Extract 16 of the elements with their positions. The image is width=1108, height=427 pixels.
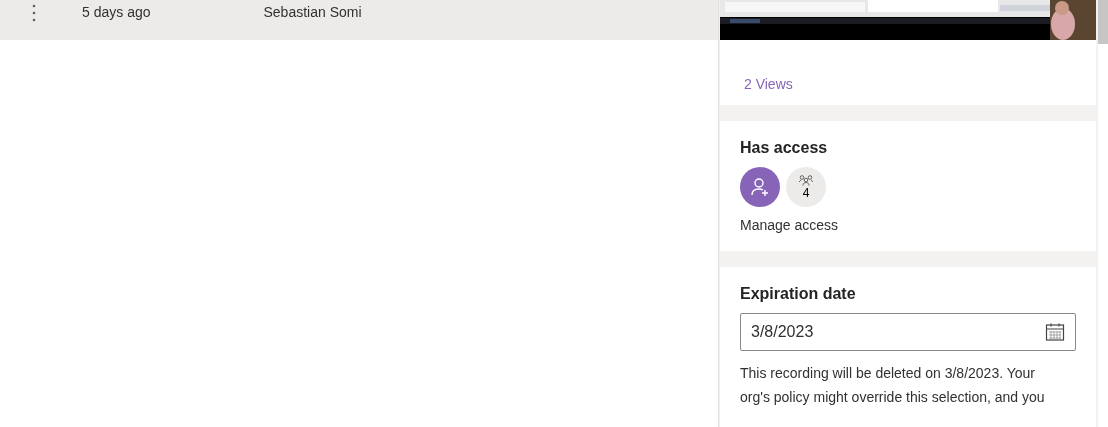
add-person-button[interactable] — [740, 167, 780, 207]
file-row[interactable]: 5 days ago Sebastian Somi — [0, 0, 718, 40]
manage-access-link[interactable]: Manage access — [740, 217, 1076, 233]
scrollbar[interactable] — [1098, 0, 1108, 44]
members-button[interactable]: 4 — [786, 167, 826, 207]
modified-date: 5 days ago — [82, 4, 151, 20]
section-title: Has access — [740, 139, 829, 157]
date-field[interactable]: 3/8/2023 — [740, 313, 1076, 351]
group-icon — [798, 174, 814, 186]
views-link[interactable]: 2 Views — [720, 40, 1096, 92]
owner-name: Sebastian Somi — [263, 4, 362, 20]
calendar-icon[interactable] — [1045, 322, 1065, 342]
section-title: Expiration date — [740, 285, 857, 303]
expiration-note: This recording will be deleted on 3/8/2023. Your org's policy might override this selection, and you — [740, 364, 1046, 407]
add-person-icon — [750, 177, 770, 197]
more-icon[interactable] — [32, 4, 36, 22]
